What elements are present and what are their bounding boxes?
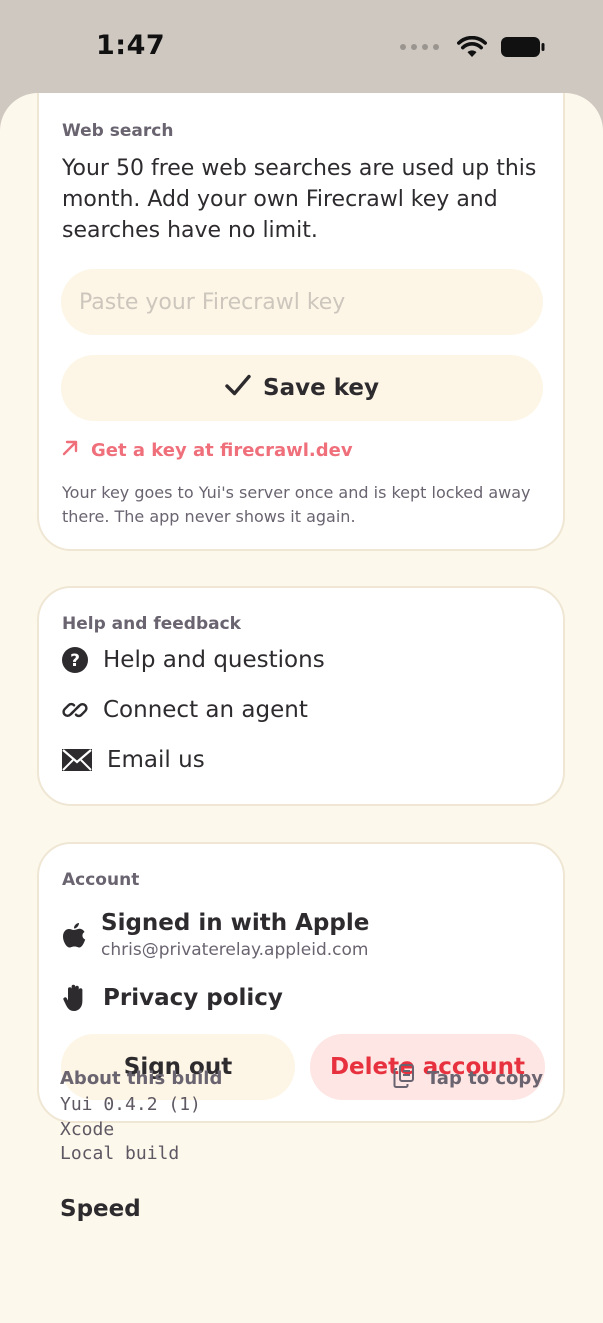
web-search-card: Web search Your 50 free web searches are… (37, 93, 565, 551)
help-card: Help and feedback ? Help and questions C… (37, 586, 565, 806)
build-version: Yui 0.4.2 (1) (60, 1094, 201, 1115)
apple-icon (61, 920, 87, 954)
about-build-title: About this build (60, 1068, 223, 1089)
connect-agent-label: Connect an agent (103, 697, 308, 723)
web-search-title: Web search (62, 121, 174, 141)
cellular-signal-icon (400, 44, 439, 50)
build-info: Yui 0.4.2 (1) Xcode Local build (60, 1093, 201, 1167)
email-us-row[interactable]: Email us (61, 746, 205, 774)
get-key-link[interactable]: Get a key at firecrawl.dev (61, 439, 353, 462)
status-icons (400, 36, 545, 58)
tap-to-copy-label: Tap to copy (426, 1068, 543, 1089)
privacy-policy-label: Privacy policy (103, 985, 283, 1011)
copy-icon (393, 1063, 415, 1094)
account-title: Account (62, 870, 140, 890)
battery-icon (501, 36, 545, 58)
key-privacy-note: Your key goes to Yui's server once and i… (62, 483, 531, 526)
help-questions-row[interactable]: ? Help and questions (61, 646, 325, 674)
help-questions-label: Help and questions (103, 647, 325, 673)
save-key-label: Save key (263, 375, 379, 401)
svg-text:?: ? (70, 651, 80, 671)
link-icon (61, 696, 89, 724)
arrow-up-right-icon (61, 439, 79, 462)
email-us-label: Email us (107, 747, 205, 773)
signed-in-title: Signed in with Apple (101, 910, 370, 936)
speed-section-title: Speed (60, 1196, 141, 1222)
web-search-message: Your 50 free web searches are used up th… (62, 156, 537, 243)
hand-raised-icon (61, 984, 89, 1012)
signed-in-info: Signed in with Apple chris@privaterelay.… (61, 908, 369, 962)
privacy-policy-row[interactable]: Privacy policy (61, 984, 283, 1012)
sign-out-button[interactable]: Sign out (61, 1034, 295, 1100)
build-source: Xcode (60, 1118, 115, 1140)
settings-sheet: Web search Your 50 free web searches are… (0, 93, 603, 1323)
save-key-button[interactable]: Save key (61, 355, 543, 421)
question-circle-icon: ? (61, 646, 89, 674)
connect-agent-row[interactable]: Connect an agent (61, 696, 308, 724)
tap-to-copy-button[interactable]: Tap to copy (393, 1063, 543, 1094)
firecrawl-key-input[interactable] (61, 269, 543, 335)
status-time: 1:47 (96, 30, 166, 61)
checkmark-icon (225, 374, 251, 402)
status-bar: 1:47 (0, 0, 603, 96)
build-type: Local build (60, 1143, 180, 1164)
help-title: Help and feedback (62, 614, 241, 634)
get-key-label: Get a key at firecrawl.dev (91, 440, 353, 461)
wifi-icon (457, 36, 487, 58)
account-email: chris@privaterelay.appleid.com (101, 940, 369, 960)
envelope-icon (61, 746, 93, 774)
